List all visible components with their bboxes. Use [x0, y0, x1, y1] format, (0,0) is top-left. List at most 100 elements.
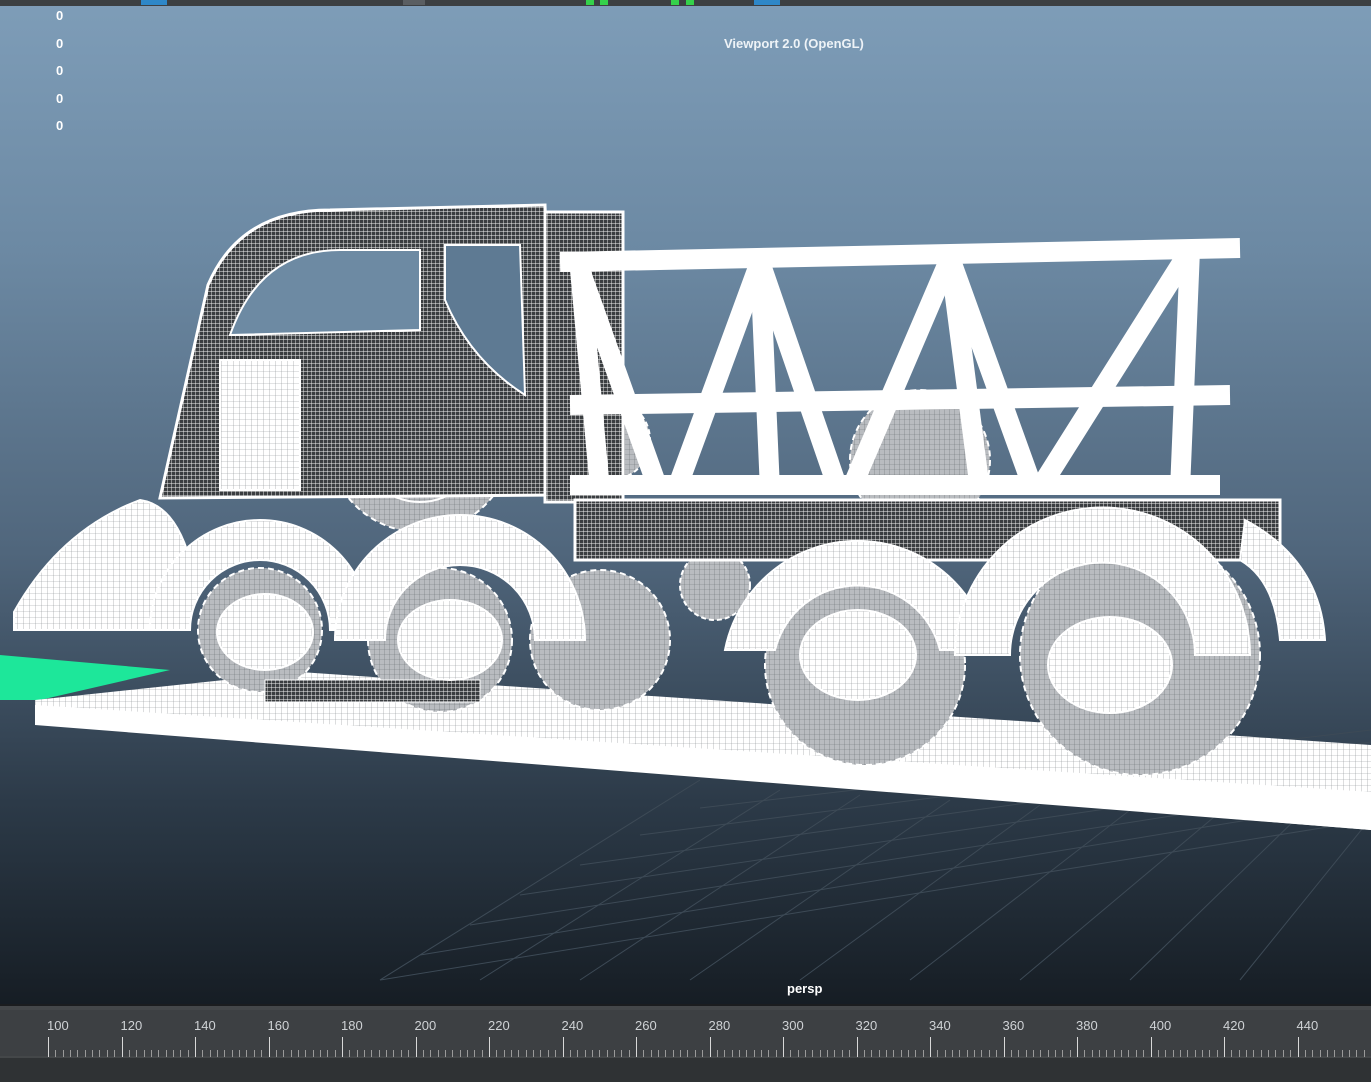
timeline-tick-label: 160 — [267, 1018, 290, 1033]
timeline-tick — [783, 1037, 784, 1057]
timeline-minor-tick — [70, 1050, 72, 1057]
viewport-panel[interactable]: 0 0 0 0 0 Viewport 2.0 (OpenGL) persp — [0, 0, 1371, 1004]
timeline-minor-tick — [606, 1050, 608, 1057]
time-slider[interactable]: 100 120 140 160 180 200 220 240 260 280 300 320 340 3… — [0, 1004, 1371, 1082]
timeline-minor-tick — [1216, 1050, 1218, 1057]
timeline-minor-tick — [430, 1050, 432, 1057]
timeline-tick-label: 180 — [341, 1018, 363, 1033]
timeline-minor-tick — [893, 1050, 895, 1057]
toolbar-button-blue[interactable] — [141, 0, 167, 5]
toolbar-toggle-green[interactable] — [586, 0, 594, 5]
timeline-minor-tick — [974, 1050, 976, 1057]
timeline-minor-tick — [172, 1050, 174, 1057]
timeline-minor-tick — [613, 1050, 615, 1057]
timeline-minor-tick — [92, 1050, 94, 1057]
toolbar-toggle-green[interactable] — [671, 0, 679, 5]
timeline-minor-tick — [658, 1050, 660, 1057]
timeline-minor-tick — [805, 1050, 807, 1057]
timeline-tick — [562, 1037, 564, 1057]
timeline-minor-tick — [1290, 1050, 1292, 1057]
timeline-minor-tick — [364, 1050, 366, 1057]
timeline-minor-tick — [1135, 1050, 1137, 1057]
timeline-minor-tick — [422, 1050, 424, 1057]
toolbar-button-blue[interactable] — [754, 0, 780, 5]
timeline-minor-tick — [202, 1050, 204, 1057]
timeline-minor-tick — [1172, 1050, 1174, 1057]
timeline-minor-tick — [356, 1050, 358, 1057]
timeline-minor-tick — [952, 1050, 954, 1057]
timeline-minor-tick — [584, 1050, 586, 1057]
timeline-minor-tick — [797, 1050, 799, 1057]
timeline-minor-tick — [481, 1050, 483, 1057]
timeline-minor-tick — [150, 1050, 152, 1057]
timeline-minor-tick — [1194, 1050, 1196, 1057]
cab-frame — [158, 203, 625, 504]
camera-label: persp — [787, 981, 823, 996]
timeline-minor-tick — [474, 1050, 476, 1057]
timeline-minor-tick — [253, 1050, 255, 1057]
timeline-tick-label: 240 — [561, 1018, 584, 1033]
timeline-minor-tick — [1253, 1050, 1255, 1057]
timeline-minor-tick — [1238, 1050, 1240, 1057]
timeline-minor-tick — [187, 1050, 189, 1057]
timeline-minor-tick — [84, 1050, 86, 1057]
timeline-minor-tick — [812, 1050, 814, 1057]
timeline-minor-tick — [731, 1050, 733, 1057]
timeline-minor-tick — [871, 1050, 873, 1057]
timeline-minor-tick — [518, 1050, 520, 1057]
timeline-minor-tick — [716, 1050, 718, 1057]
timeline-tick-label: 420 — [1223, 1018, 1245, 1033]
renderer-label: Viewport 2.0 (OpenGL) — [724, 36, 864, 51]
timeline-tick-label: 320 — [855, 1018, 878, 1033]
timeline-minor-tick — [1157, 1050, 1159, 1057]
toolbar-toggle-green[interactable] — [600, 0, 608, 5]
timeline-tick — [1150, 1037, 1152, 1057]
timeline-minor-tick — [283, 1050, 285, 1057]
timeline-minor-tick — [261, 1050, 263, 1057]
timeline-minor-tick — [1032, 1050, 1034, 1057]
toolbar-button[interactable] — [403, 0, 425, 5]
timeline-minor-tick — [371, 1050, 373, 1057]
timeline-minor-tick — [540, 1050, 542, 1057]
timeline-minor-tick — [378, 1050, 380, 1057]
timeline-minor-tick — [724, 1050, 726, 1057]
time-slider-track[interactable]: 100 120 140 160 180 200 220 240 260 280 300 320 340 3… — [0, 1010, 1371, 1057]
timeline-minor-tick — [77, 1050, 79, 1057]
toolbar-toggle-green[interactable] — [686, 0, 694, 5]
timeline-minor-tick — [885, 1050, 887, 1057]
scene-3d[interactable] — [0, 0, 1371, 1004]
timeline-minor-tick — [944, 1050, 946, 1057]
timeline-minor-tick — [511, 1050, 513, 1057]
timeline-minor-tick — [165, 1050, 167, 1057]
timeline-minor-tick — [680, 1050, 682, 1057]
timeline-minor-tick — [312, 1050, 314, 1057]
timeline-minor-tick — [1143, 1050, 1145, 1057]
timeline-tick — [1297, 1037, 1299, 1057]
timeline-minor-tick — [275, 1050, 277, 1057]
timeline-minor-tick — [959, 1050, 961, 1057]
timeline-minor-tick — [665, 1050, 667, 1057]
timeline-minor-tick — [996, 1050, 998, 1057]
timeline-tick — [415, 1037, 417, 1057]
timeline-tick-label: 220 — [488, 1018, 510, 1033]
timeline-minor-tick — [1047, 1050, 1049, 1057]
range-slider[interactable] — [0, 1058, 1371, 1082]
timeline-minor-tick — [966, 1050, 968, 1057]
timeline-minor-tick — [158, 1050, 160, 1057]
timeline-minor-tick — [988, 1050, 990, 1057]
timeline-minor-tick — [1363, 1050, 1365, 1057]
timeline-minor-tick — [1040, 1050, 1042, 1057]
timeline-minor-tick — [400, 1050, 402, 1057]
timeline-minor-tick — [1304, 1050, 1306, 1057]
timeline-minor-tick — [290, 1050, 292, 1057]
timeline-minor-tick — [180, 1050, 182, 1057]
timeline-minor-tick — [790, 1050, 792, 1057]
timeline-minor-tick — [827, 1050, 829, 1057]
timeline-minor-tick — [694, 1050, 696, 1057]
hud-value: 0 — [56, 8, 64, 23]
timeline-minor-tick — [1179, 1050, 1181, 1057]
timeline-minor-tick — [408, 1050, 410, 1057]
timeline-minor-tick — [224, 1050, 226, 1057]
drive-rod — [264, 679, 481, 703]
timeline-minor-tick — [231, 1050, 233, 1057]
